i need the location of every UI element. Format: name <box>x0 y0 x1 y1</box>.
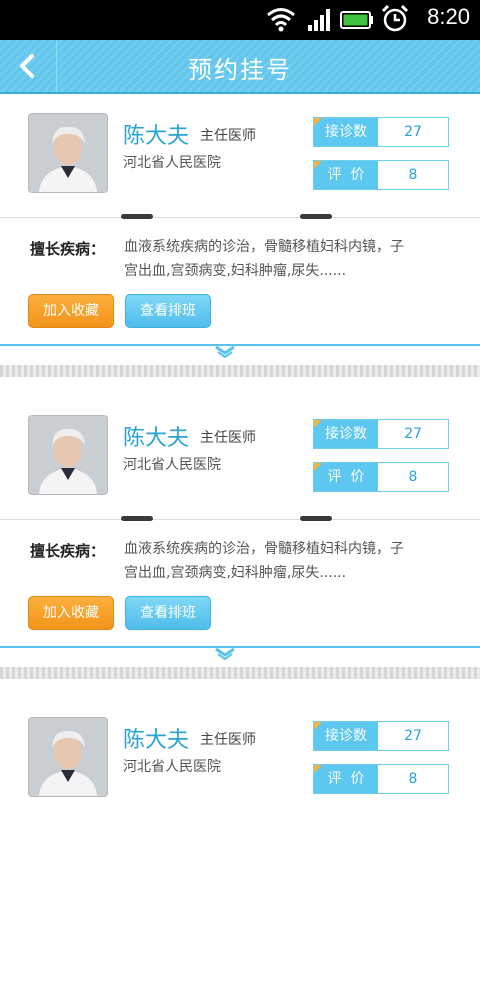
doctor-name: 陈大夫 <box>123 728 190 753</box>
doctor-avatar <box>28 113 108 193</box>
status-bar: 8:20 <box>0 0 480 40</box>
add-favorite-button[interactable]: 加入收藏 <box>28 294 114 328</box>
signal-icon <box>308 9 330 31</box>
doctor-card[interactable]: 陈大夫 主任医师 河北省人民医院 接诊数 27 评 价 8 擅长疾病： 血液系统… <box>0 94 480 396</box>
page-title: 预约挂号 <box>188 56 292 84</box>
visits-value: 27 <box>404 728 422 744</box>
doctor-avatar <box>28 415 108 495</box>
visits-label: 接诊数 <box>314 118 378 146</box>
binder-clip <box>300 516 332 521</box>
doctor-list[interactable]: 陈大夫 主任医师 河北省人民医院 接诊数 27 评 价 8 擅长疾病： 血液系统… <box>0 94 480 1000</box>
rating-stat: 评 价 8 <box>313 160 449 190</box>
visits-stat: 接诊数 27 <box>313 419 449 449</box>
battery-icon <box>340 11 373 29</box>
card-bottom-line <box>0 646 480 648</box>
clock: 8:20 <box>427 4 470 29</box>
rating-value: 8 <box>408 167 418 183</box>
visits-stat: 接诊数 27 <box>313 117 449 147</box>
specialty-text: 血液系统疾病的诊治，骨髓移植妇科内镜，子宫出血,宫颈病变,妇科肿瘤,尿失....… <box>124 239 404 279</box>
hospital-name: 河北省人民医院 <box>123 759 221 775</box>
binder-clip <box>121 516 153 521</box>
rating-value: 8 <box>408 469 418 485</box>
doctor-card[interactable]: 陈大夫 主任医师 河北省人民医院 接诊数 27 评 价 8 <box>0 698 480 1000</box>
view-schedule-button[interactable]: 查看排班 <box>125 596 211 630</box>
doctor-avatar <box>28 717 108 797</box>
divider <box>0 519 480 520</box>
binder-clip <box>121 214 153 219</box>
hospital-name: 河北省人民医院 <box>123 457 221 473</box>
wifi-icon <box>267 8 295 32</box>
chevron-down-icon[interactable] <box>214 647 236 661</box>
doctor-name: 陈大夫 <box>123 426 190 451</box>
doctor-card[interactable]: 陈大夫 主任医师 河北省人民医院 接诊数 27 评 价 8 擅长疾病： 血液系统… <box>0 396 480 698</box>
visits-value: 27 <box>404 426 422 442</box>
view-schedule-button[interactable]: 查看排班 <box>125 294 211 328</box>
specialty-label: 擅长疾病： <box>30 240 106 258</box>
rating-label: 评 价 <box>314 463 378 491</box>
doctor-name: 陈大夫 <box>123 124 190 149</box>
title-bar: 预约挂号 <box>0 40 480 94</box>
specialty-text: 血液系统疾病的诊治，骨髓移植妇科内镜，子宫出血,宫颈病变,妇科肿瘤,尿失....… <box>124 541 404 581</box>
rating-label: 评 价 <box>314 161 378 189</box>
alarm-icon <box>381 4 409 32</box>
add-favorite-button[interactable]: 加入收藏 <box>28 596 114 630</box>
chevron-down-icon[interactable] <box>214 345 236 359</box>
card-separator <box>0 365 480 377</box>
divider <box>0 217 480 218</box>
visits-value: 27 <box>404 124 422 140</box>
hospital-name: 河北省人民医院 <box>123 155 221 171</box>
doctor-title: 主任医师 <box>200 430 256 446</box>
rating-label: 评 价 <box>314 765 378 793</box>
binder-clip <box>300 214 332 219</box>
visits-stat: 接诊数 27 <box>313 721 449 751</box>
specialty-label: 擅长疾病： <box>30 542 106 560</box>
rating-stat: 评 价 8 <box>313 764 449 794</box>
doctor-title: 主任医师 <box>200 732 256 748</box>
doctor-title: 主任医师 <box>200 128 256 144</box>
rating-value: 8 <box>408 771 418 787</box>
card-separator <box>0 667 480 679</box>
visits-label: 接诊数 <box>314 722 378 750</box>
rating-stat: 评 价 8 <box>313 462 449 492</box>
card-bottom-line <box>0 344 480 346</box>
visits-label: 接诊数 <box>314 420 378 448</box>
